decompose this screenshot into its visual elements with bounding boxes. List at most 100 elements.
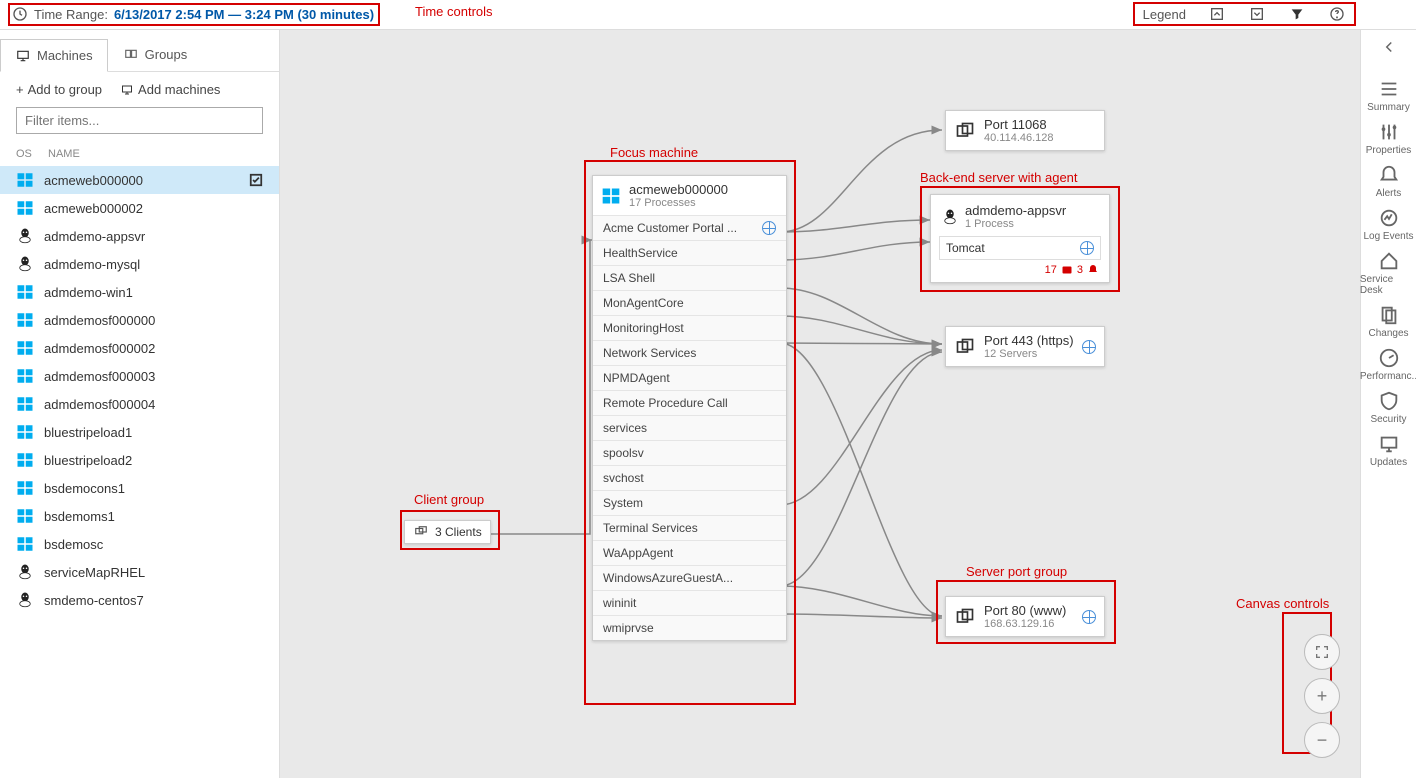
alert-badge-icon <box>1087 264 1099 276</box>
rightbar-changes[interactable]: Changes <box>1360 300 1416 343</box>
windows-icon <box>16 311 34 329</box>
windows-icon <box>16 199 34 217</box>
plus-icon: + <box>16 82 24 97</box>
files-icon <box>1378 304 1400 326</box>
rightbar-updates[interactable]: Updates <box>1360 429 1416 472</box>
machine-name: smdemo-centos7 <box>44 593 263 608</box>
process-row[interactable]: svchost <box>593 465 786 490</box>
expand-all-icon[interactable] <box>1248 5 1266 23</box>
machine-name: serviceMapRHEL <box>44 565 263 580</box>
rightbar-security[interactable]: Security <box>1360 386 1416 429</box>
machine-row[interactable]: admdemosf000000 <box>0 306 279 334</box>
port-node-80[interactable]: Port 80 (www) 168.63.129.16 <box>945 596 1105 637</box>
machine-row[interactable]: admdemosf000004 <box>0 390 279 418</box>
time-range-box[interactable]: Time Range: 6/13/2017 2:54 PM — 3:24 PM … <box>8 3 380 26</box>
port-node-443[interactable]: Port 443 (https) 12 Servers <box>945 326 1105 367</box>
process-row[interactable]: LSA Shell <box>593 265 786 290</box>
log-icon <box>1378 207 1400 229</box>
machine-row[interactable]: admdemosf000003 <box>0 362 279 390</box>
map-controls: Legend <box>1133 2 1356 26</box>
process-row[interactable]: NPMDAgent <box>593 365 786 390</box>
process-list: Acme Customer Portal ...HealthServiceLSA… <box>593 215 786 640</box>
rightbar-performanc[interactable]: Performanc.. <box>1360 343 1416 386</box>
process-row[interactable]: spoolsv <box>593 440 786 465</box>
port-node-11068[interactable]: Port 11068 40.114.46.128 <box>945 110 1105 151</box>
windows-icon <box>16 535 34 553</box>
rightbar-servicedesk[interactable]: Service Desk <box>1360 246 1416 300</box>
add-machines-button[interactable]: Add machines <box>120 82 220 97</box>
time-range-value: 6/13/2017 2:54 PM — 3:24 PM (30 minutes) <box>114 7 374 22</box>
agent-node[interactable]: admdemo-appsvr 1 Process Tomcat 17 3 <box>930 194 1110 283</box>
linux-icon <box>16 591 34 609</box>
rightbar-logevents[interactable]: Log Events <box>1360 203 1416 246</box>
process-row[interactable]: WindowsAzureGuestA... <box>593 565 786 590</box>
process-row[interactable]: HealthService <box>593 240 786 265</box>
process-row[interactable]: wininit <box>593 590 786 615</box>
anno-port-group: Server port group <box>966 564 1067 579</box>
process-row[interactable]: MonAgentCore <box>593 290 786 315</box>
servers-icon <box>123 48 139 62</box>
process-row[interactable]: MonitoringHost <box>593 315 786 340</box>
machine-row[interactable]: serviceMapRHEL <box>0 558 279 586</box>
help-icon[interactable] <box>1328 5 1346 23</box>
focus-machine-node[interactable]: acmeweb000000 17 Processes Acme Customer… <box>592 175 787 641</box>
process-row[interactable]: Remote Procedure Call <box>593 390 786 415</box>
client-group-node[interactable]: 3 Clients <box>404 520 491 544</box>
clients-icon <box>413 525 429 539</box>
linux-icon <box>16 227 34 245</box>
process-row[interactable]: Terminal Services <box>593 515 786 540</box>
machine-name: acmeweb000000 <box>44 173 239 188</box>
process-row[interactable]: wmiprvse <box>593 615 786 640</box>
process-row[interactable]: services <box>593 415 786 440</box>
tab-groups[interactable]: Groups <box>108 38 203 71</box>
machine-name: bluestripeload1 <box>44 425 263 440</box>
machine-row[interactable]: acmeweb000002 <box>0 194 279 222</box>
legend-label[interactable]: Legend <box>1143 7 1186 22</box>
filter-input[interactable] <box>16 107 263 134</box>
rightbar: SummaryPropertiesAlertsLog EventsService… <box>1360 30 1416 778</box>
globe-icon <box>1082 610 1096 624</box>
collapse-all-icon[interactable] <box>1208 5 1226 23</box>
machine-row[interactable]: admdemosf000002 <box>0 334 279 362</box>
rightbar-summary[interactable]: Summary <box>1360 74 1416 117</box>
machine-row[interactable]: admdemo-mysql <box>0 250 279 278</box>
rightbar-alerts[interactable]: Alerts <box>1360 160 1416 203</box>
process-row[interactable]: WaAppAgent <box>593 540 786 565</box>
machine-row[interactable]: bsdemocons1 <box>0 474 279 502</box>
linux-icon <box>16 255 34 273</box>
globe-icon <box>1080 241 1094 255</box>
tab-machines[interactable]: Machines <box>0 39 108 72</box>
fit-button[interactable] <box>1304 634 1340 670</box>
rightbar-properties[interactable]: Properties <box>1360 117 1416 160</box>
zoom-in-button[interactable]: + <box>1304 678 1340 714</box>
connections <box>280 30 1360 778</box>
process-row[interactable]: Acme Customer Portal ... <box>593 215 786 240</box>
zoom-out-button[interactable]: − <box>1304 722 1340 758</box>
windows-icon <box>16 283 34 301</box>
process-row[interactable]: Network Services <box>593 340 786 365</box>
machine-name: bluestripeload2 <box>44 453 263 468</box>
machine-row[interactable]: bsdemoms1 <box>0 502 279 530</box>
machine-row[interactable]: bluestripeload2 <box>0 446 279 474</box>
add-to-group-button[interactable]: +Add to group <box>16 82 102 97</box>
map-canvas[interactable]: Focus machine Client group Back-end serv… <box>280 30 1360 778</box>
machine-name: admdemosf000000 <box>44 313 263 328</box>
machine-row[interactable]: bluestripeload1 <box>0 418 279 446</box>
monitor-icon <box>15 49 31 63</box>
time-range-label: Time Range: <box>34 7 108 22</box>
process-row[interactable]: System <box>593 490 786 515</box>
machine-row[interactable]: admdemo-appsvr <box>0 222 279 250</box>
machine-row[interactable]: admdemo-win1 <box>0 278 279 306</box>
machine-name: acmeweb000002 <box>44 201 263 216</box>
collapse-icon[interactable] <box>1380 38 1398 56</box>
filter-icon[interactable] <box>1288 5 1306 23</box>
machine-row[interactable]: acmeweb000000 <box>0 166 279 194</box>
machine-name: bsdemosc <box>44 537 263 552</box>
windows-icon <box>16 367 34 385</box>
machine-row[interactable]: bsdemosc <box>0 530 279 558</box>
monitor-icon <box>1378 433 1400 455</box>
machines-list: acmeweb000000 acmeweb000002 admdemo-appsvr… <box>0 166 279 778</box>
machine-row[interactable]: smdemo-centos7 <box>0 586 279 614</box>
gauge-icon <box>1378 347 1400 369</box>
shield-icon <box>1378 390 1400 412</box>
